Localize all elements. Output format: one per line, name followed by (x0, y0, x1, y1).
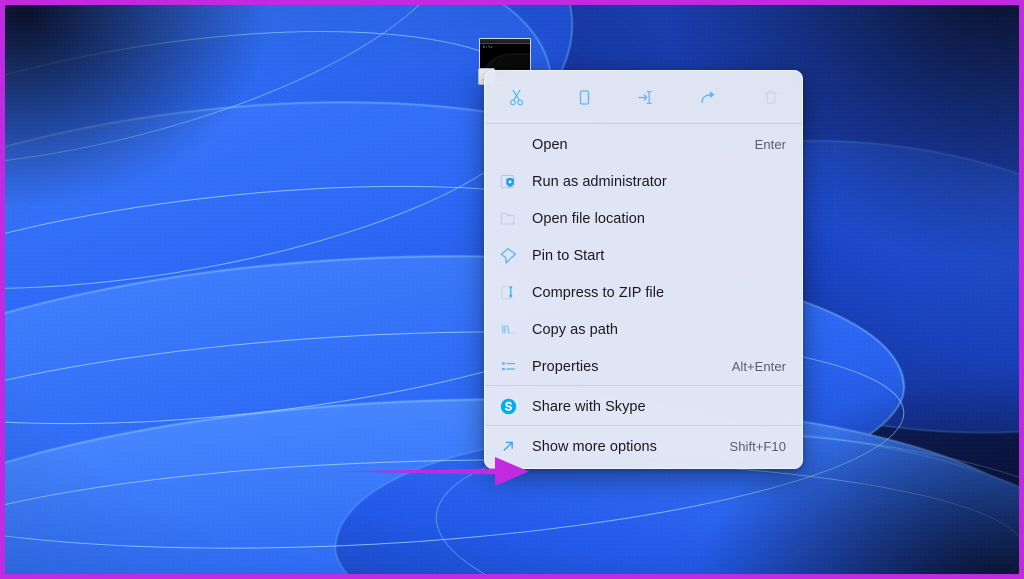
menu-separator (485, 385, 802, 386)
menu-item-share-with-skype[interactable]: Share with Skype (485, 388, 802, 425)
shield-icon (499, 172, 525, 191)
menu-item-accelerator: Alt+Enter (731, 359, 786, 374)
menu-item-label: Share with Skype (532, 398, 646, 415)
skype-icon (499, 397, 525, 416)
copy-path-icon (499, 320, 525, 339)
windows-desktop[interactable]: C:\> CMD (5, 5, 1019, 574)
menu-item-label: Open (532, 136, 568, 153)
menu-item-copy-as-path[interactable]: Copy as path (485, 311, 802, 348)
menu-item-label: Open file location (532, 210, 645, 227)
copy-icon[interactable] (567, 79, 601, 115)
more-options-icon (499, 437, 525, 456)
menu-item-open-file-location[interactable]: Open file location (485, 200, 802, 237)
properties-icon (499, 357, 525, 376)
menu-item-label: Compress to ZIP file (532, 284, 665, 301)
console-prompt-text: C:\> (483, 46, 493, 50)
zip-icon (499, 283, 525, 302)
menu-item-run-as-administrator[interactable]: Run as administrator (485, 163, 802, 200)
menu-item-show-more-options[interactable]: Show more options Shift+F10 (485, 428, 802, 465)
context-menu-items: Open Enter Run as administrator Open fil… (485, 124, 802, 468)
menu-item-label: Show more options (532, 438, 657, 455)
console-titlebar (480, 39, 530, 44)
menu-item-properties[interactable]: Properties Alt+Enter (485, 348, 802, 385)
cut-icon[interactable] (499, 79, 533, 115)
rename-icon[interactable] (627, 79, 661, 115)
screenshot-frame: C:\> CMD (0, 0, 1024, 579)
menu-item-label: Properties (532, 358, 599, 375)
delete-icon[interactable] (754, 79, 788, 115)
menu-item-accelerator: Shift+F10 (729, 439, 786, 454)
menu-item-label: Copy as path (532, 321, 619, 338)
menu-separator (485, 425, 802, 426)
menu-item-label: Run as administrator (532, 173, 667, 190)
share-icon[interactable] (692, 79, 726, 115)
folder-icon (499, 209, 525, 228)
context-menu[interactable]: Open Enter Run as administrator Open fil… (484, 70, 803, 469)
menu-item-accelerator: Enter (754, 137, 786, 152)
context-menu-toolbar[interactable] (485, 71, 802, 123)
pin-icon (499, 246, 525, 266)
menu-item-pin-to-start[interactable]: Pin to Start (485, 237, 802, 274)
menu-item-compress-to-zip[interactable]: Compress to ZIP file (485, 274, 802, 311)
menu-item-label: Pin to Start (532, 247, 605, 264)
menu-item-open[interactable]: Open Enter (485, 126, 802, 163)
